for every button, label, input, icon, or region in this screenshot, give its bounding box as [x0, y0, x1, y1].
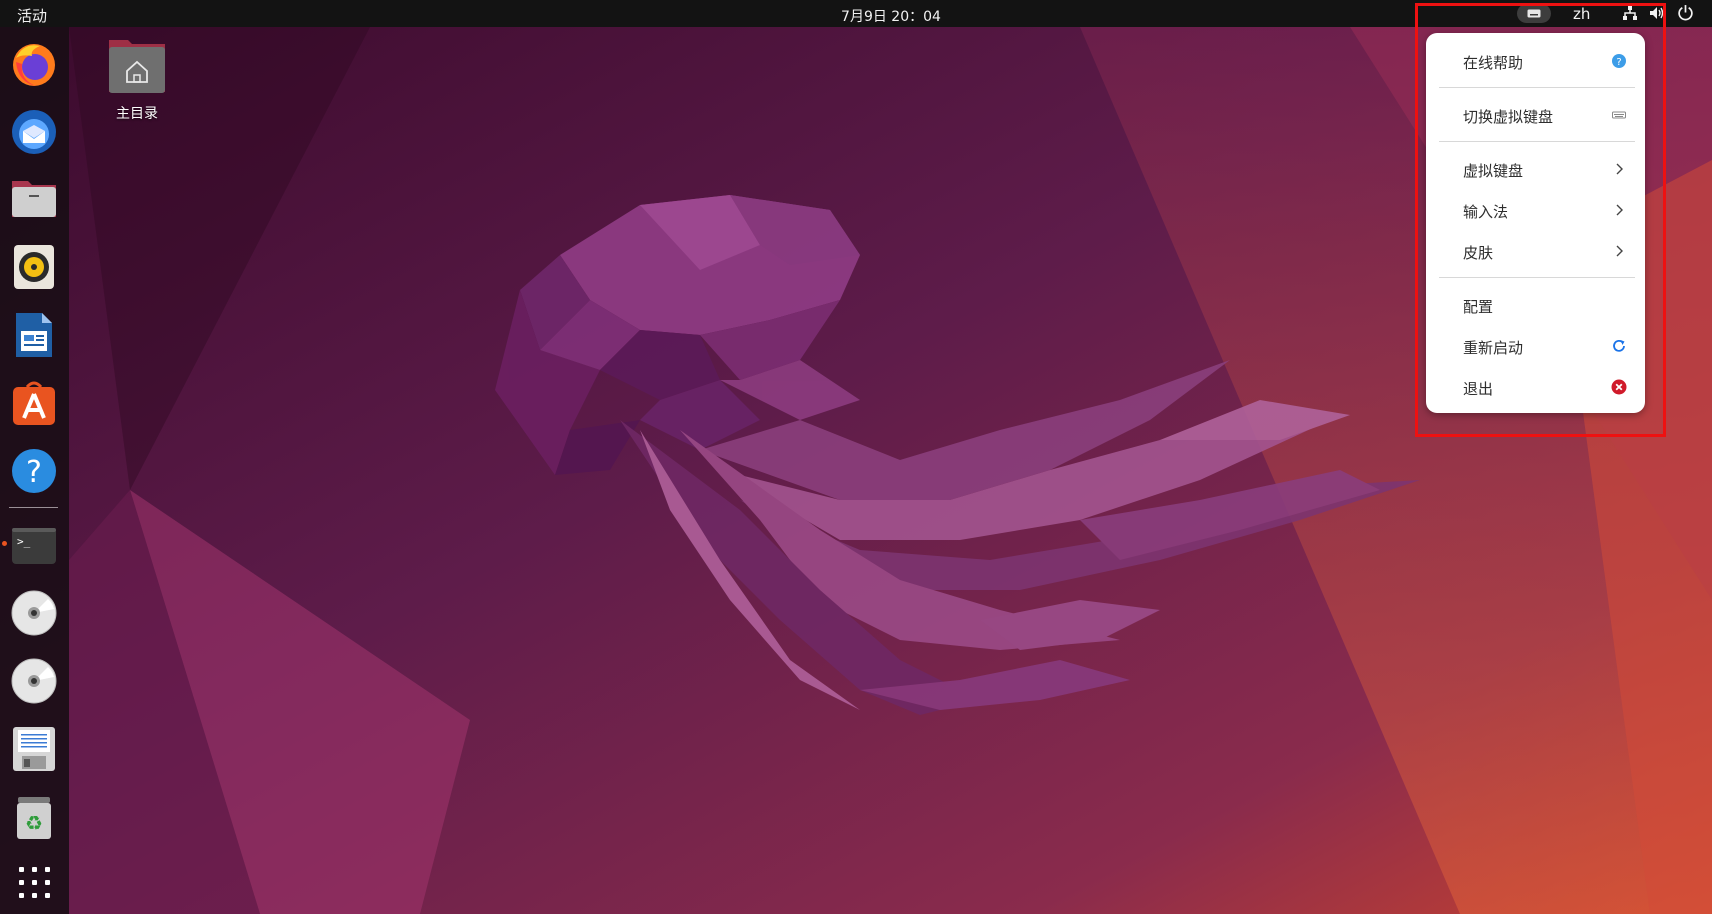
svg-text:?: ? — [1616, 57, 1621, 68]
close-circle-icon — [1611, 379, 1627, 395]
svg-text:>_: >_ — [17, 535, 31, 548]
app-grid-icon — [19, 867, 50, 898]
writer-icon — [16, 313, 52, 357]
refresh-icon — [1613, 339, 1625, 352]
chevron-right-icon — [1616, 204, 1623, 216]
dock-disc-2[interactable] — [10, 657, 58, 705]
floppy-document-icon — [13, 727, 55, 771]
dock-files[interactable] — [10, 175, 58, 223]
dock-firefox[interactable] — [10, 40, 58, 88]
menu-item-label: 重新启动 — [1463, 339, 1524, 357]
home-folder-label: 主目录 — [116, 106, 158, 122]
running-indicator — [2, 541, 7, 546]
menu-separator — [1439, 141, 1635, 142]
menu-separator — [1439, 277, 1635, 278]
dock-trash[interactable]: ♻ — [10, 793, 58, 841]
menu-item-exit[interactable]: 退出 — [1426, 368, 1645, 406]
thunderbird-icon — [12, 110, 56, 154]
dock-thunderbird[interactable] — [10, 107, 58, 155]
help-circle-icon: ? — [1612, 54, 1626, 68]
menu-item-virtual-keyboard[interactable]: 虚拟键盘 — [1426, 150, 1645, 188]
files-icon — [12, 181, 56, 217]
terminal-icon: >_ — [12, 528, 56, 564]
svg-text:♻: ♻ — [25, 811, 43, 835]
home-folder-icon — [109, 40, 165, 93]
menu-item-online-help[interactable]: 在线帮助 ? — [1426, 42, 1645, 80]
dock-terminal[interactable]: >_ — [10, 522, 58, 570]
desktop-home-folder[interactable]: 主目录 — [96, 36, 178, 128]
dock-show-apps[interactable] — [10, 862, 58, 910]
dock-disc-1[interactable] — [10, 589, 58, 637]
rhythmbox-icon — [14, 245, 54, 289]
power-icon[interactable] — [1677, 4, 1694, 21]
chevron-right-icon — [1616, 245, 1623, 257]
menu-item-label: 切换虚拟键盘 — [1463, 108, 1554, 126]
menu-item-label: 虚拟键盘 — [1463, 162, 1524, 180]
menu-separator — [1439, 87, 1635, 88]
trash-icon: ♻ — [17, 797, 51, 839]
menu-item-configure[interactable]: 配置 — [1426, 286, 1645, 324]
menu-item-input-method[interactable]: 输入法 — [1426, 191, 1645, 229]
menu-item-toggle-virtual-keyboard[interactable]: 切换虚拟键盘 — [1426, 96, 1645, 134]
chevron-right-icon — [1616, 163, 1623, 175]
activities-button[interactable]: 活动 — [17, 5, 47, 26]
dock-floppy-document[interactable] — [10, 725, 58, 773]
dock-help[interactable]: ? — [10, 447, 58, 495]
dock-rhythmbox[interactable] — [10, 243, 58, 291]
firefox-icon — [13, 44, 55, 86]
clock-button[interactable]: 7月9日 20：04 — [841, 9, 941, 25]
dock-libreoffice-writer[interactable] — [10, 311, 58, 359]
app-store-icon — [13, 381, 55, 425]
menu-item-label: 输入法 — [1463, 203, 1509, 221]
dock: ? >_ ♻ — [0, 27, 69, 914]
menu-item-restart[interactable]: 重新启动 — [1426, 327, 1645, 365]
help-icon: ? — [12, 449, 56, 493]
svg-text:?: ? — [26, 455, 42, 490]
menu-item-skin[interactable]: 皮肤 — [1426, 232, 1645, 270]
disc-icon — [11, 590, 57, 636]
disc-icon — [11, 658, 57, 704]
dock-separator — [9, 507, 58, 508]
keyboard-icon — [1612, 111, 1626, 119]
input-method-menu: 在线帮助 ? 切换虚拟键盘 虚拟键盘 输入法 皮肤 配置 重新启动 退出 — [1426, 33, 1645, 413]
desktop-screen: 活动 7月9日 20：04 zh ? >_ ♻ 主目录 在线帮助 ? 切换虚拟键… — [0, 0, 1712, 914]
menu-item-label: 皮肤 — [1463, 244, 1494, 262]
menu-item-label: 配置 — [1463, 298, 1494, 316]
menu-item-label: 在线帮助 — [1463, 54, 1524, 72]
menu-item-label: 退出 — [1463, 380, 1494, 398]
dock-app-center[interactable] — [10, 379, 58, 427]
